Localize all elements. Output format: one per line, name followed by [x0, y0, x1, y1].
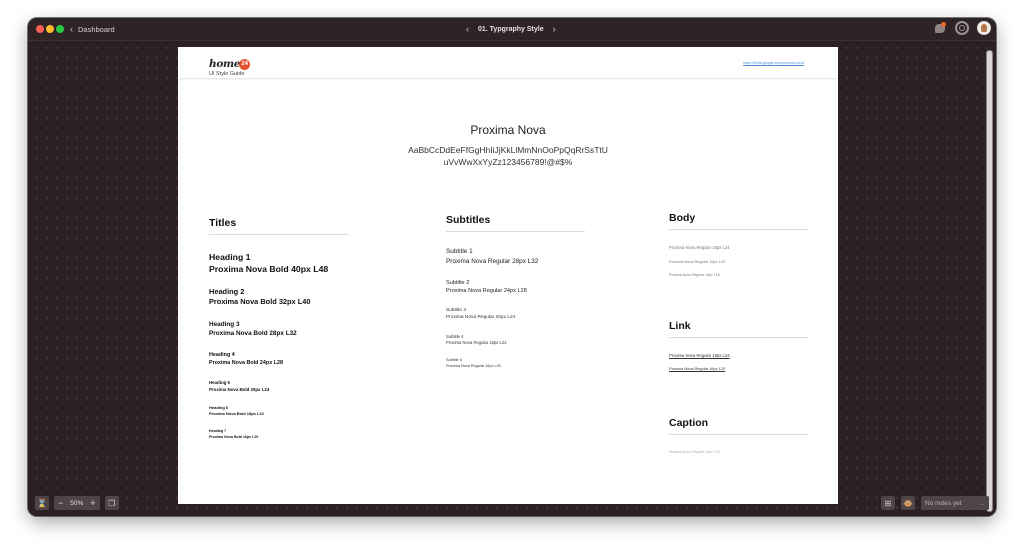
minimize-window-button[interactable]: [46, 25, 54, 33]
zoom-level: 50%: [70, 499, 84, 507]
section-heading: Link: [669, 320, 808, 338]
body-section: Body Proxima Nova Regular 18px L24 Proxi…: [669, 212, 808, 277]
spec-value: Proxima Nova Regular 28px L32: [446, 258, 539, 265]
spec-value: Proxima Nova Bold 18px L22: [209, 411, 264, 416]
screen-navigator: ‹ 01. Typgraphy Style ›: [466, 22, 556, 36]
app-window: ‹ Dashboard ‹ 01. Typgraphy Style › home…: [28, 18, 996, 516]
subtitle-spec-item: Subtitle 5 Proxima Nova Regular 16px L20: [446, 358, 585, 369]
section-heading: Caption: [669, 417, 808, 435]
zoom-in-button[interactable]: +: [90, 498, 95, 508]
font-family-name: Proxima Nova: [470, 123, 546, 137]
back-label: Dashboard: [78, 24, 115, 34]
body-spec-item: Proxima Nova Regular 18px L24: [669, 245, 730, 250]
subtitle-spec-item: Subtitle 3 Proxima Nova Regular 20px L24: [446, 308, 585, 321]
body-spec-item: Proxima Nova Regular 16px L20: [669, 259, 726, 264]
chevron-left-icon: ‹: [70, 24, 73, 34]
logo-badge: 24: [239, 59, 251, 70]
alphabet-line-2: uVvWwXxYyZz123456789!@#$%: [443, 157, 573, 167]
link-spec-item[interactable]: Proxima Nova Regular 18px L24: [669, 353, 808, 358]
spec-label: Heading 3: [209, 321, 240, 328]
next-screen-icon[interactable]: ›: [553, 24, 556, 34]
notes-dropdown[interactable]: No notes yet ⌄: [921, 496, 989, 510]
heading-spec-item: Heading 4 Proxima Nova Bold 24px L28: [209, 351, 349, 367]
caption-spec-item: Proxima Nova Regular 14px L20: [669, 450, 720, 454]
vertical-scrollbar[interactable]: [986, 50, 993, 512]
spec-value: Proxima Nova Bold 24px L28: [209, 360, 283, 366]
spec-label: Heading 1: [209, 252, 251, 262]
spec-value: Proxima Nova Regular 18px L22: [446, 340, 507, 345]
link-spec-item[interactable]: Proxima Nova Regular 16px L20: [669, 366, 808, 371]
caption-section: Caption Proxima Nova Regular 14px L20: [669, 417, 808, 454]
spec-value: Proxima Nova Bold 16px L20: [209, 434, 259, 439]
heading-spec-item: Heading 7 Proxima Nova Bold 16px L20: [209, 429, 349, 440]
lifebuoy-center: [959, 25, 965, 31]
brand-logo: home24 UI Style Guide: [209, 54, 251, 77]
screen-title: 01. Typgraphy Style: [478, 25, 544, 33]
add-image-icon[interactable]: ⊞: [881, 496, 895, 510]
zoom-control: − 50% +: [54, 496, 100, 510]
spec-label: Heading 2: [209, 287, 245, 296]
spec-value: Proxima Nova Regular 16px L20: [446, 363, 501, 368]
spec-label: Subtitle 2: [446, 280, 470, 286]
heading-spec-item: Heading 1 Proxima Nova Bold 40px L48: [209, 251, 349, 275]
subtitles-section: Subtitles Subtitle 1 Proxima Nova Regular…: [446, 214, 585, 369]
logo-subtitle: UI Style Guide: [209, 71, 245, 77]
titles-section: Titles Heading 1 Proxima Nova Bold 40px L…: [209, 217, 349, 440]
design-canvas[interactable]: home24 UI Style Guide https://fonts.goog…: [28, 41, 996, 516]
logo-wordmark: home: [209, 58, 241, 70]
help-lifebuoy-icon[interactable]: [955, 21, 969, 35]
heading-spec-item: Heading 5 Proxima Nova Bold 20px L24: [209, 380, 349, 393]
spec-value: Proxima Nova Regular 20px L24: [446, 314, 516, 320]
history-hourglass-icon[interactable]: ⌛: [35, 496, 49, 510]
style-guide-header: home24 UI Style Guide https://fonts.goog…: [178, 47, 838, 78]
spec-value: Proxima Nova Bold 32px L40: [209, 297, 311, 306]
link-section: Link Proxima Nova Regular 18px L24 Proxi…: [669, 320, 808, 371]
subtitle-spec-item: Subtitle 4 Proxima Nova Regular 18px L22: [446, 334, 585, 346]
subtitle-spec-item: Subtitle 2 Proxima Nova Regular 24px L28: [446, 279, 585, 295]
section-heading: Body: [669, 212, 808, 230]
notifications-icon[interactable]: [933, 21, 947, 35]
heading-spec-item: Heading 2 Proxima Nova Bold 32px L40: [209, 287, 349, 307]
close-window-button[interactable]: [36, 25, 44, 33]
zoom-out-button[interactable]: −: [58, 498, 63, 508]
font-source-link[interactable]: https://fonts.google.com/proxima-nova: [743, 61, 804, 65]
title-bar: ‹ Dashboard ‹ 01. Typgraphy Style ›: [28, 18, 996, 41]
spec-value: Proxima Nova Bold 20px L24: [209, 386, 270, 392]
avatar-face: [981, 24, 987, 32]
spec-value: Proxima Nova Bold 40px L48: [209, 264, 329, 274]
bottom-right-toolbar: ⊞ 🐵 No notes yet ⌄: [881, 496, 989, 510]
notification-badge: [941, 22, 946, 27]
alphabet-line-1: AaBbCcDdEeFfGgHhIiJjKkLlMmNnOoPpQqRrSsTt…: [408, 145, 608, 155]
maximize-window-button[interactable]: [56, 25, 64, 33]
back-to-dashboard-button[interactable]: ‹ Dashboard: [70, 22, 115, 36]
artboard: home24 UI Style Guide https://fonts.goog…: [178, 47, 838, 504]
previous-screen-icon[interactable]: ‹: [466, 24, 469, 34]
pages-copy-icon[interactable]: ❐: [104, 496, 119, 510]
body-spec-item: Proxima Nova Regular 14px L18: [669, 273, 720, 277]
top-right-icons: [933, 21, 991, 35]
spec-value: Proxima Nova Bold 28px L32: [209, 330, 297, 337]
chevron-down-icon: ⌄: [979, 500, 985, 507]
spec-label: Heading 4: [209, 352, 235, 358]
section-heading: Subtitles: [446, 214, 585, 232]
font-character-set: AaBbCcDdEeFfGgHhIiJjKkLlMmNnOoPpQqRrSsTt…: [178, 144, 838, 168]
section-heading: Titles: [209, 217, 349, 235]
heading-spec-item: Heading 6 Proxima Nova Bold 18px L22: [209, 405, 349, 417]
heading-spec-item: Heading 3 Proxima Nova Bold 28px L32: [209, 320, 349, 338]
subtitle-spec-item: Subtitle 1 Proxima Nova Regular 28px L32: [446, 247, 585, 267]
spec-label: Subtitle 1: [446, 248, 473, 255]
user-avatar[interactable]: [977, 21, 991, 35]
spec-value: Proxima Nova Regular 24px L28: [446, 288, 527, 294]
monkey-emoji-icon[interactable]: 🐵: [901, 496, 915, 510]
bottom-left-toolbar: ⌛ − 50% + ❐: [35, 496, 119, 510]
notes-placeholder: No notes yet: [925, 499, 962, 507]
